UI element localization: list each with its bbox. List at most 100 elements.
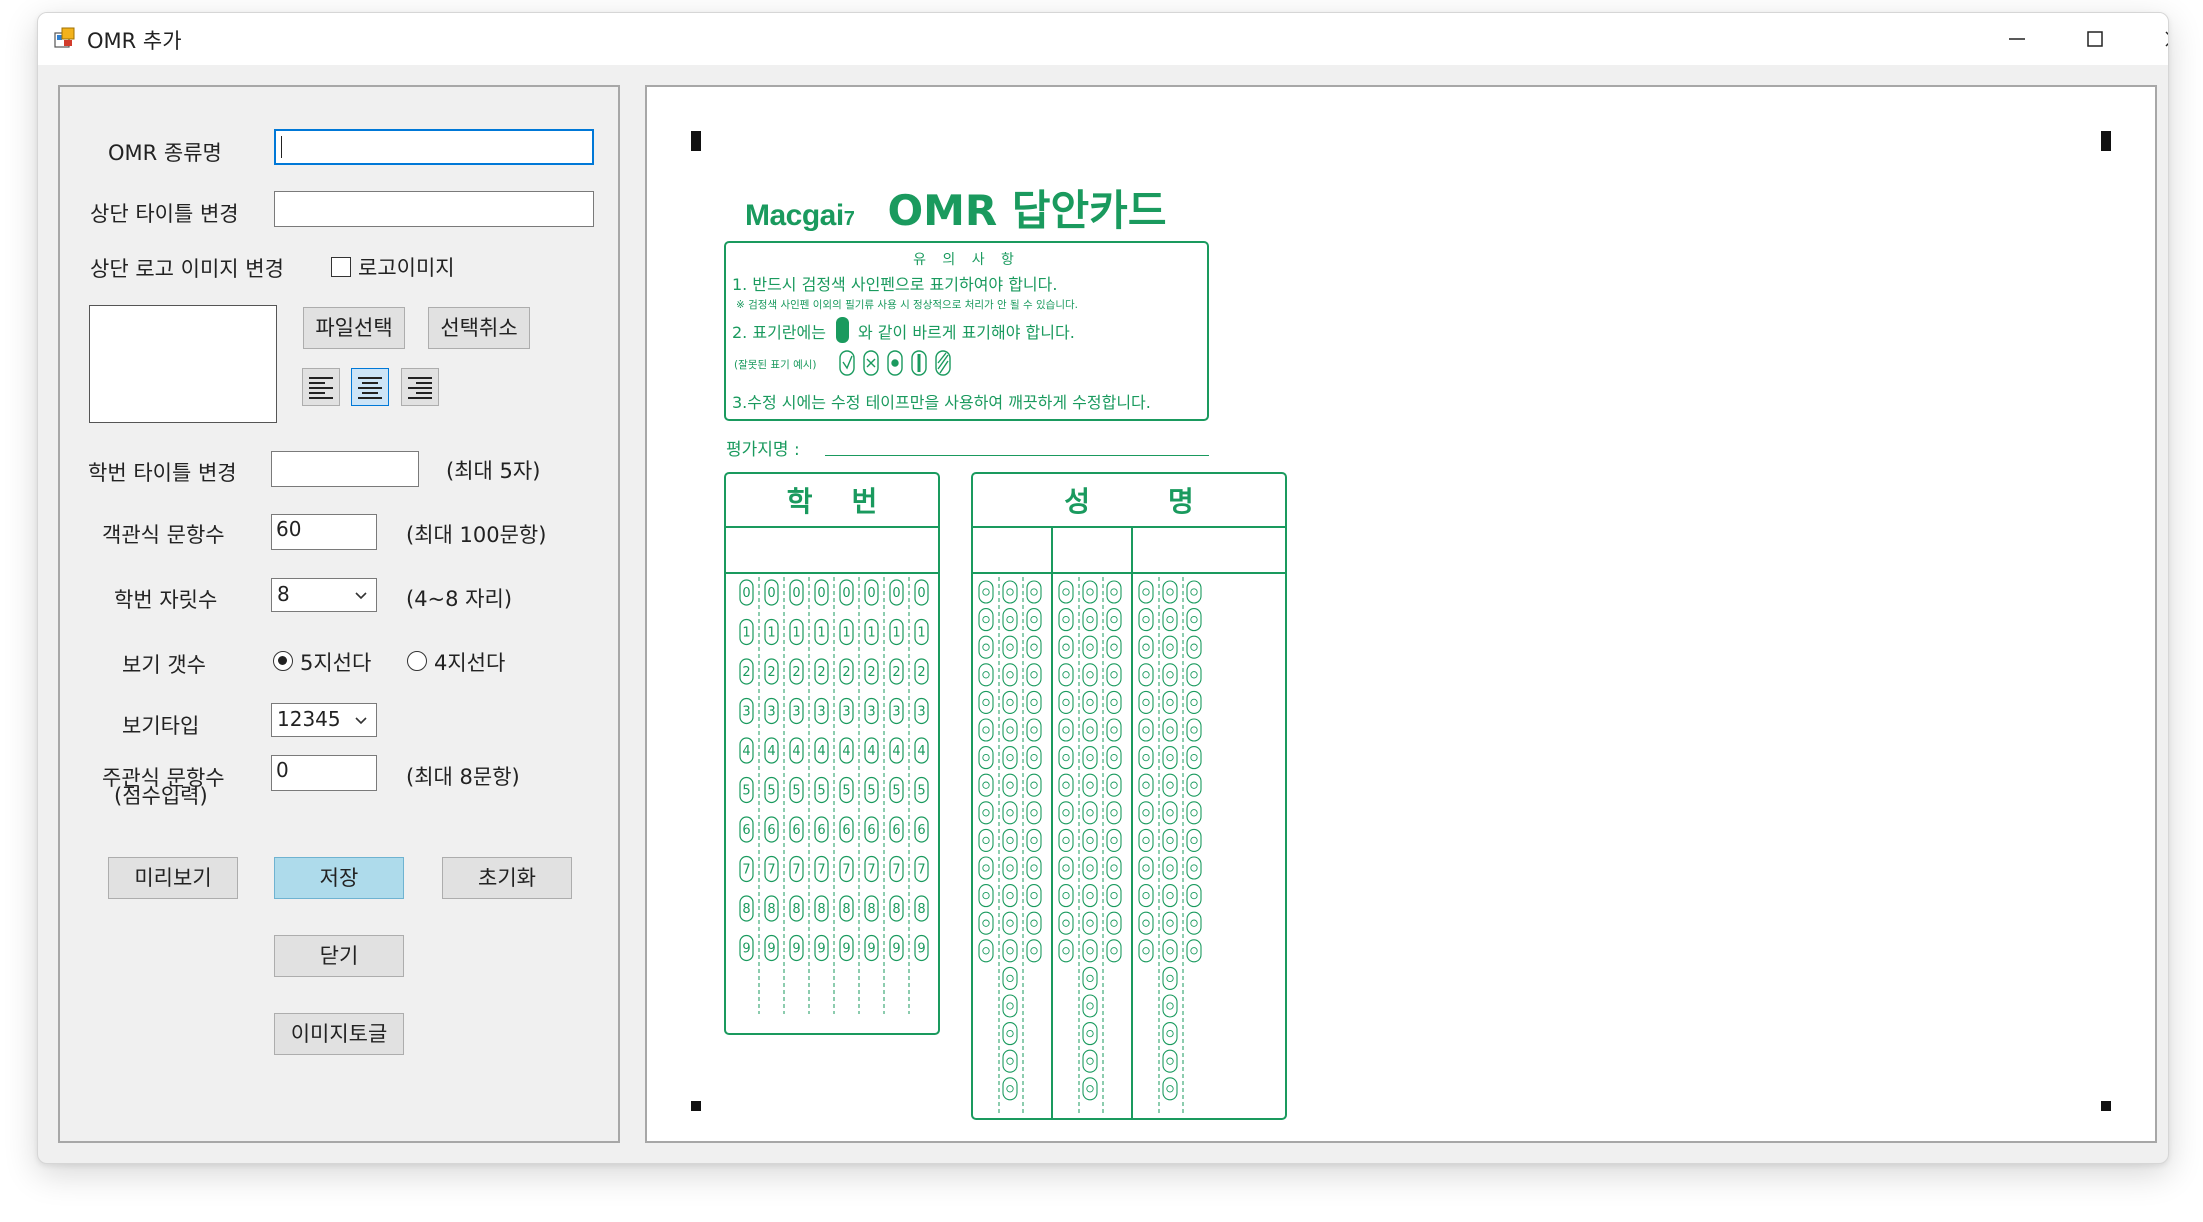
bubble-glyph	[1006, 1085, 1014, 1093]
omr-bubble	[1138, 911, 1154, 935]
name-grid: 성 명	[971, 472, 1287, 1120]
bubble-digit: 6	[767, 823, 775, 838]
omr-bubble	[1186, 939, 1202, 963]
align-right-button[interactable]	[401, 368, 439, 406]
bubble-glyph	[1086, 947, 1094, 955]
bubble-digit: 1	[892, 626, 900, 641]
bubble-digit: 1	[767, 626, 775, 641]
id-digits-hint: (4~8 자리)	[406, 587, 513, 611]
omr-bubble	[1138, 580, 1154, 604]
bubble-digit: 6	[817, 823, 825, 838]
align-left-button[interactable]	[302, 368, 340, 406]
omr-bubble	[1082, 718, 1098, 742]
bubble-digit: 7	[742, 863, 750, 878]
omr-bubble	[1058, 608, 1074, 632]
bubble-glyph	[1166, 1002, 1174, 1010]
omr-bubble	[1002, 1022, 1018, 1046]
omr-bubble	[1138, 718, 1154, 742]
bubble-digit: 6	[842, 823, 850, 838]
logo-image-checkbox[interactable]	[331, 257, 351, 277]
id-digits-select[interactable]: 8	[271, 578, 377, 612]
omr-bubble	[1082, 1022, 1098, 1046]
bubble-glyph	[1086, 1029, 1094, 1038]
bubble-glyph	[1086, 753, 1094, 762]
subjective-count-input[interactable]: 0	[271, 755, 377, 791]
omr-bubble	[1162, 911, 1178, 935]
close-window-button[interactable]	[2134, 13, 2168, 65]
maximize-icon	[2087, 31, 2103, 47]
bubble-glyph	[1166, 753, 1174, 762]
brand-logo: Macgai7	[745, 199, 855, 232]
omr-bubble	[1082, 856, 1098, 880]
omr-card-title: OMR 답안카드	[887, 186, 1167, 235]
top-title-input[interactable]	[274, 191, 594, 227]
choice-type-select[interactable]: 12345	[271, 703, 377, 737]
omr-bubble	[1186, 828, 1202, 852]
omr-bubble	[1106, 856, 1122, 880]
bubble-digit: 2	[742, 665, 750, 680]
bubble-digit: 9	[867, 942, 875, 957]
bubble-digit: 9	[817, 942, 825, 957]
bubble-digit: 2	[767, 665, 775, 680]
bubble-digit: 1	[842, 626, 850, 641]
bubble-glyph	[1166, 919, 1174, 927]
student-id-write-row	[726, 528, 938, 574]
bubble-glyph	[1166, 615, 1174, 624]
omr-bubble	[1002, 801, 1018, 825]
bubble-digit: 6	[792, 823, 800, 838]
cancel-select-button[interactable]: 선택취소	[428, 307, 530, 349]
bubble-glyph	[1006, 836, 1014, 845]
bubble-glyph	[1142, 809, 1150, 817]
bubble-glyph	[1190, 891, 1198, 900]
choice-5-radio[interactable]	[273, 651, 293, 671]
bubble-digit: 1	[792, 626, 800, 641]
align-center-button[interactable]	[351, 368, 389, 406]
bubble-digit: 5	[867, 784, 875, 799]
bubble-glyph	[1110, 615, 1118, 624]
bubble-digit: 8	[792, 902, 800, 917]
choice-4-radio[interactable]	[407, 651, 427, 671]
bubble-glyph	[1062, 836, 1070, 845]
omr-bubble	[1186, 718, 1202, 742]
close-button[interactable]: 닫기	[274, 935, 404, 977]
bubble-glyph	[1030, 891, 1038, 900]
bubble-glyph	[1166, 891, 1174, 900]
omr-bubble	[1058, 884, 1074, 908]
bubble-glyph	[982, 643, 990, 651]
omr-bubble	[1058, 801, 1074, 825]
omr-bubble	[1162, 939, 1178, 963]
omr-bubble	[1002, 635, 1018, 659]
omr-bubble	[1058, 580, 1074, 604]
omr-bubble	[1138, 608, 1154, 632]
bubble-glyph	[1166, 643, 1174, 651]
omr-bubble	[1002, 773, 1018, 797]
bubble-glyph	[1006, 809, 1014, 817]
bubble-glyph	[1006, 864, 1014, 872]
bubble-digit: 0	[742, 586, 750, 601]
omr-bubble	[1186, 635, 1202, 659]
omr-bubble	[1026, 801, 1042, 825]
logo-preview-box	[89, 305, 277, 423]
maximize-button[interactable]	[2056, 13, 2134, 65]
omr-bubble	[1186, 911, 1202, 935]
file-select-button[interactable]: 파일선택	[303, 307, 405, 349]
bubble-digit: 3	[767, 705, 775, 720]
name-header: 성 명	[1064, 485, 1194, 518]
objective-count-input[interactable]: 60	[271, 514, 377, 550]
omr-bubble	[1082, 939, 1098, 963]
preview-button[interactable]: 미리보기	[108, 857, 238, 899]
reset-button[interactable]: 초기화	[442, 857, 572, 899]
bubble-glyph	[1190, 726, 1198, 734]
omr-bubble	[978, 580, 994, 604]
image-toggle-button[interactable]: 이미지토글	[274, 1013, 404, 1055]
bubble-glyph	[1166, 1057, 1174, 1065]
omr-type-input[interactable]	[274, 129, 594, 165]
save-button[interactable]: 저장	[274, 857, 404, 899]
bubble-glyph	[1166, 726, 1174, 734]
bubble-glyph	[1142, 891, 1150, 900]
minimize-button[interactable]	[1978, 13, 2056, 65]
bubble-digit: 0	[792, 586, 800, 601]
bubble-glyph	[1062, 698, 1070, 707]
student-id-title-input[interactable]	[271, 451, 419, 487]
bubble-glyph	[1030, 919, 1038, 927]
